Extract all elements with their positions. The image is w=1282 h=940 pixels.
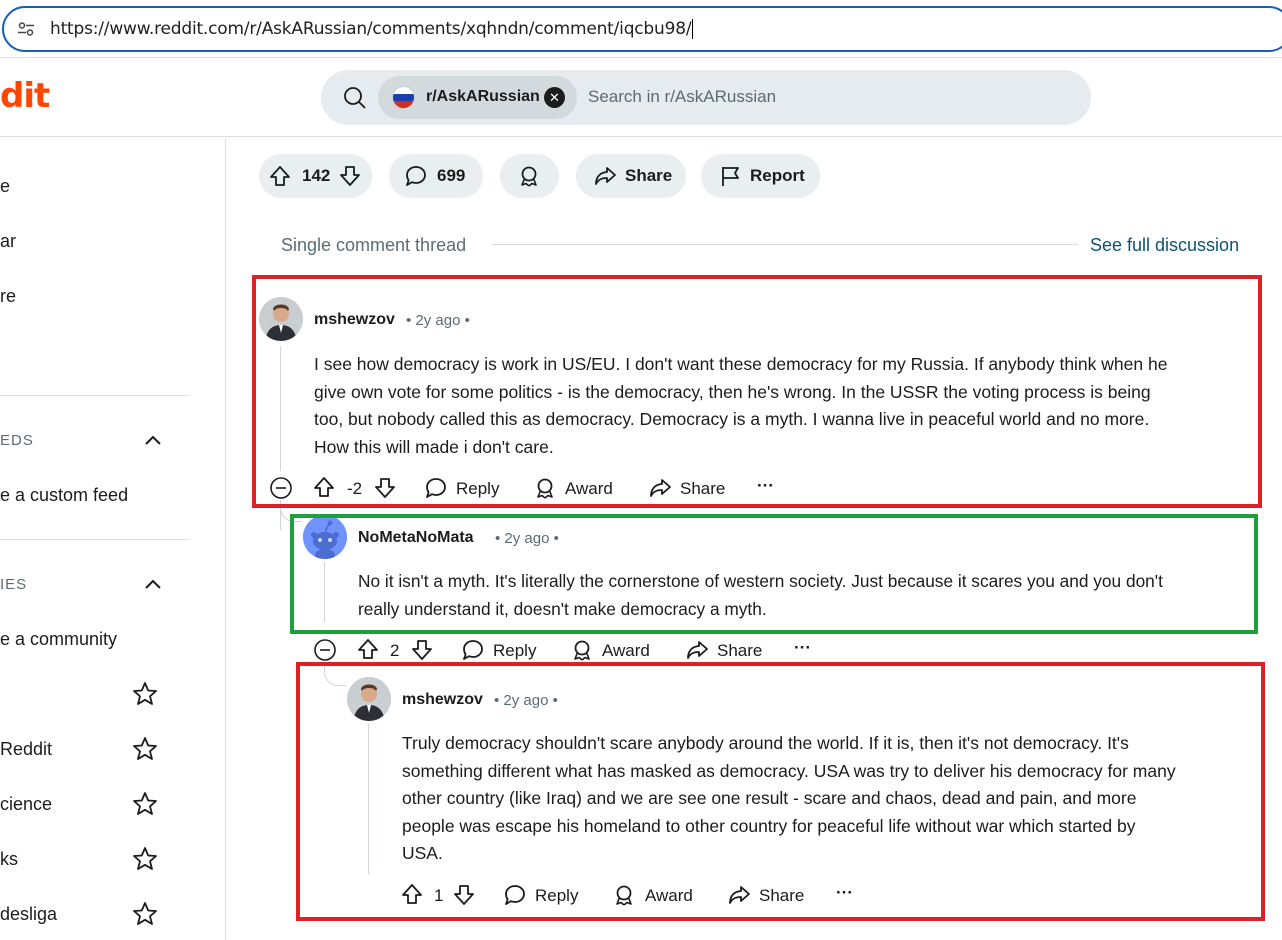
share-button[interactable]: Share bbox=[717, 641, 762, 661]
flag-icon bbox=[722, 167, 739, 186]
chevron-up-icon[interactable] bbox=[144, 434, 162, 446]
report-label: Report bbox=[750, 166, 805, 185]
comment-score: 2 bbox=[390, 641, 400, 660]
star-icon[interactable] bbox=[132, 736, 158, 762]
divider bbox=[492, 244, 1078, 245]
comments-button[interactable]: 699 bbox=[389, 154, 483, 198]
sidebar-item-home[interactable]: e bbox=[0, 176, 10, 197]
communities-heading[interactable]: IES bbox=[0, 576, 27, 593]
address-bar[interactable]: https://www.reddit.com/r/AskARussian/com… bbox=[2, 6, 1282, 52]
share-icon[interactable] bbox=[686, 639, 708, 661]
create-custom-feed[interactable]: e a custom feed bbox=[0, 485, 128, 506]
site-settings-icon[interactable] bbox=[18, 22, 34, 36]
award-icon[interactable] bbox=[571, 639, 593, 661]
reddit-logo[interactable]: dit bbox=[0, 76, 50, 116]
reply-icon[interactable] bbox=[462, 639, 484, 661]
sidebar-item-popular[interactable]: ar bbox=[0, 231, 16, 252]
browser-toolbar: https://www.reddit.com/r/AskARussian/com… bbox=[0, 0, 1282, 58]
single-thread-label: Single comment thread bbox=[281, 235, 467, 255]
reply-button[interactable]: Reply bbox=[493, 641, 536, 661]
downvote-icon[interactable] bbox=[339, 165, 361, 187]
close-icon[interactable]: ✕ bbox=[544, 87, 565, 108]
star-icon[interactable] bbox=[132, 791, 158, 817]
search-input[interactable]: Search in r/AskARussian bbox=[588, 87, 776, 107]
sidebar-divider bbox=[0, 395, 189, 396]
collapse-icon[interactable] bbox=[313, 638, 337, 662]
subreddit-icon bbox=[392, 86, 415, 109]
sidebar-community[interactable]: ks bbox=[0, 849, 18, 870]
highlight-box-red bbox=[296, 662, 1265, 921]
sidebar-community[interactable]: desliga bbox=[0, 904, 57, 925]
sidebar-divider bbox=[0, 539, 189, 540]
create-community[interactable]: e a community bbox=[0, 629, 117, 650]
subreddit-filter-chip[interactable]: r/AskARussian ✕ bbox=[378, 76, 577, 119]
subreddit-chip-label: r/AskARussian bbox=[426, 88, 540, 105]
star-icon[interactable] bbox=[132, 846, 158, 872]
vote-count: 142 bbox=[302, 166, 331, 185]
highlight-box-red bbox=[252, 275, 1262, 508]
sidebar-community[interactable]: Reddit bbox=[0, 739, 52, 760]
star-icon[interactable] bbox=[132, 681, 158, 707]
search-bar[interactable]: r/AskARussian ✕ Search in r/AskARussian bbox=[321, 70, 1091, 125]
url-text[interactable]: https://www.reddit.com/r/AskARussian/com… bbox=[50, 19, 694, 39]
vote-pill: 142 bbox=[259, 154, 372, 198]
award-button[interactable] bbox=[500, 154, 559, 198]
award-icon bbox=[521, 166, 537, 187]
share-button[interactable]: Share bbox=[576, 154, 686, 198]
left-sidebar: e ar re EDS e a custom feed IES e a comm… bbox=[0, 138, 226, 940]
sidebar-item-explore[interactable]: re bbox=[0, 286, 16, 307]
report-button[interactable]: Report bbox=[701, 154, 820, 198]
upvote-icon[interactable] bbox=[357, 638, 379, 660]
feeds-heading[interactable]: EDS bbox=[0, 432, 34, 449]
sidebar-community[interactable]: cience bbox=[0, 794, 52, 815]
chevron-up-icon[interactable] bbox=[144, 578, 162, 590]
star-icon[interactable] bbox=[132, 901, 158, 927]
text-caret bbox=[692, 19, 694, 39]
highlight-box-green bbox=[290, 514, 1258, 634]
share-icon bbox=[595, 167, 616, 185]
share-label: Share bbox=[625, 166, 673, 185]
search-icon bbox=[344, 87, 366, 109]
award-button[interactable]: Award bbox=[602, 641, 650, 661]
comment-count: 699 bbox=[437, 166, 466, 185]
see-full-discussion-link[interactable]: See full discussion bbox=[1090, 235, 1239, 256]
downvote-icon[interactable] bbox=[411, 639, 433, 661]
upvote-icon[interactable] bbox=[269, 165, 291, 187]
comment-icon bbox=[406, 166, 426, 186]
site-header: dit r/AskARussian ✕ Search in r/AskARuss… bbox=[0, 58, 1282, 137]
more-options-icon[interactable]: ··· bbox=[794, 638, 811, 658]
